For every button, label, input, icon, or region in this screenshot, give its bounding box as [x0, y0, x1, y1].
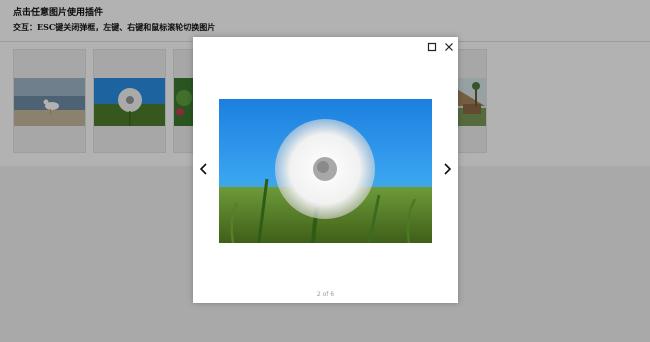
chevron-left-icon — [199, 163, 207, 175]
lightbox-modal: 2 of 6 — [193, 37, 458, 303]
close-button[interactable] — [442, 40, 456, 54]
maximize-icon — [427, 42, 437, 52]
image-counter: 2 of 6 — [316, 291, 335, 298]
lightbox-image-dandelion — [219, 99, 432, 243]
maximize-button[interactable] — [425, 40, 439, 54]
next-image-button[interactable] — [440, 161, 454, 177]
chevron-right-icon — [444, 163, 452, 175]
previous-image-button[interactable] — [197, 161, 211, 177]
page: 点击任意图片使用插件 交互：ESC键关闭弹框，左键、右键和鼠标滚轮切换图片 2 … — [0, 0, 650, 342]
close-icon — [445, 43, 453, 51]
